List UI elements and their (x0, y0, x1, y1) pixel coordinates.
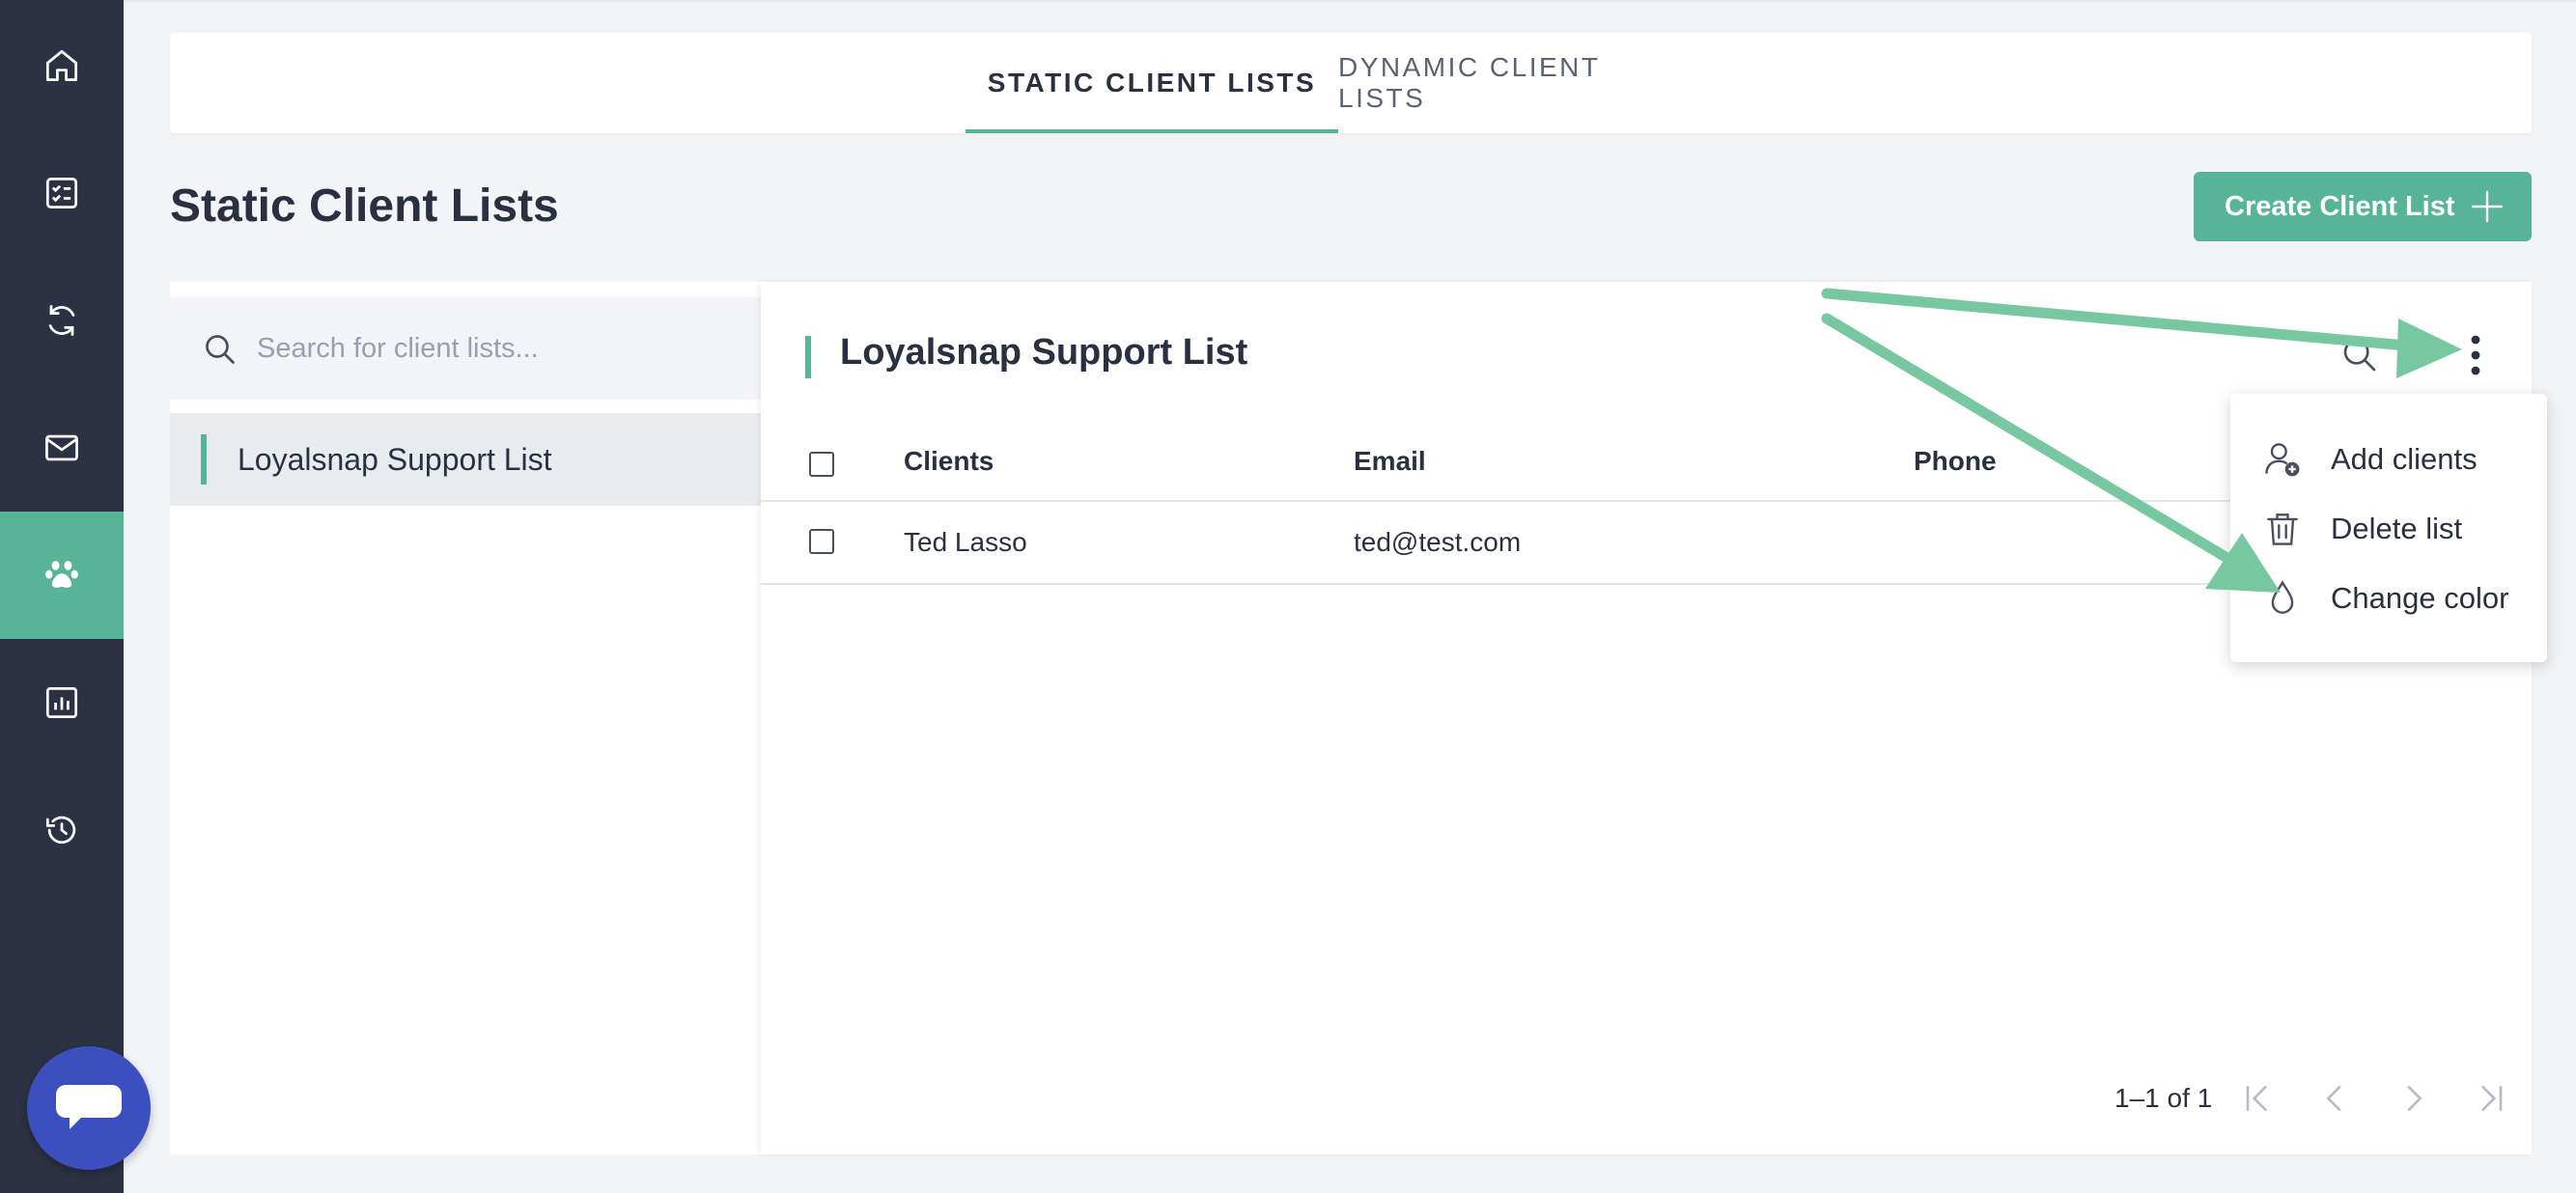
mail-icon (45, 434, 78, 461)
sidebar-item-mail[interactable] (0, 384, 124, 512)
first-page-icon[interactable] (2238, 1079, 2277, 1118)
checklist-icon (45, 177, 78, 209)
history-icon (45, 816, 76, 845)
create-client-list-label: Create Client List (2225, 190, 2455, 222)
tabs-bar: STATIC CLIENT LISTS DYNAMIC CLIENT LISTS (170, 33, 2532, 133)
sidebar-item-home[interactable] (0, 2, 124, 129)
column-header-clients[interactable]: Clients (904, 446, 994, 477)
add-user-icon (2265, 443, 2300, 477)
droplet-icon (2271, 580, 2294, 614)
chart-icon (45, 686, 78, 719)
list-item-label: Loyalsnap Support List (238, 441, 552, 477)
home-icon (45, 49, 78, 82)
row-checkbox[interactable] (809, 529, 834, 554)
client-list-search (170, 297, 761, 400)
chat-button[interactable] (27, 1046, 151, 1170)
top-divider (124, 0, 2576, 2)
more-options-icon[interactable] (2456, 332, 2495, 378)
client-name: Ted Lasso (904, 527, 1027, 557)
column-header-email[interactable]: Email (1354, 446, 1426, 477)
list-color-marker (805, 336, 811, 378)
trash-icon (2267, 513, 2298, 545)
pagination-range: 1–1 of 1 (2114, 1083, 2213, 1113)
select-all-checkbox[interactable] (809, 452, 834, 477)
menu-item-label: Delete list (2331, 512, 2463, 545)
menu-item-delete-list[interactable]: Delete list (2230, 494, 2547, 564)
sidebar-item-reports[interactable] (0, 639, 124, 766)
page-title: Static Client Lists (170, 180, 559, 232)
sidebar-item-history[interactable] (0, 766, 124, 894)
previous-page-icon[interactable] (2315, 1079, 2354, 1118)
search-icon[interactable] (2340, 336, 2379, 375)
list-item[interactable]: Loyalsnap Support List (170, 413, 761, 506)
list-title: Loyalsnap Support List (840, 332, 1248, 373)
list-color-marker (201, 434, 207, 485)
menu-item-change-color[interactable]: Change color (2230, 564, 2547, 633)
paw-icon (45, 561, 78, 588)
next-page-icon[interactable] (2394, 1079, 2433, 1118)
search-input[interactable] (257, 326, 740, 371)
client-lists-panel: Loyalsnap Support List (170, 282, 761, 1154)
menu-item-add-clients[interactable]: Add clients (2230, 425, 2547, 494)
tab-dynamic-client-lists[interactable]: DYNAMIC CLIENT LISTS (1338, 33, 1686, 133)
sidebar-item-clients[interactable] (0, 512, 124, 639)
column-header-phone[interactable]: Phone (1914, 446, 1997, 477)
create-client-list-button[interactable]: Create Client List (2194, 172, 2532, 241)
refresh-icon (48, 304, 75, 337)
menu-item-label: Add clients (2331, 442, 2478, 476)
plus-icon (2471, 190, 2504, 223)
sidebar-item-tasks[interactable] (0, 129, 124, 257)
search-icon (206, 335, 235, 364)
last-page-icon[interactable] (2472, 1079, 2510, 1118)
chat-bubble-icon (56, 1085, 122, 1129)
sidebar-item-sync[interactable] (0, 257, 124, 384)
menu-item-label: Change color (2331, 581, 2509, 615)
tab-static-client-lists[interactable]: STATIC CLIENT LISTS (966, 33, 1338, 133)
sidebar (0, 0, 124, 1193)
list-options-menu: Add clients Delete list Change color (2230, 394, 2547, 662)
client-email: ted@test.com (1354, 527, 1522, 557)
